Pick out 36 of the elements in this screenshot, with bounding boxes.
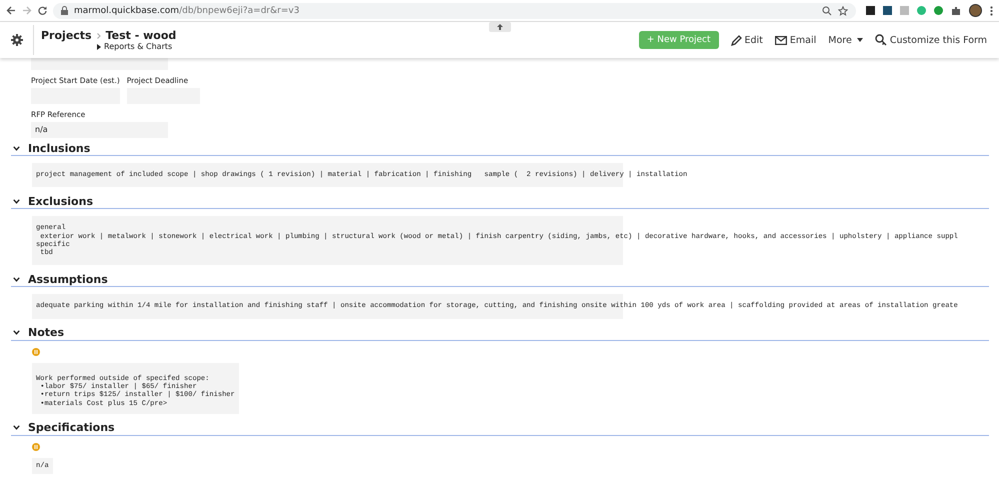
collapse-tab[interactable]: [489, 22, 511, 32]
zoom-icon[interactable]: [822, 6, 832, 16]
caret-icon: [856, 38, 863, 42]
more-menu[interactable]: More: [828, 34, 863, 46]
chevron-icon[interactable]: [13, 425, 20, 430]
chevron-icon[interactable]: [13, 146, 20, 150]
email-button[interactable]: Email: [774, 34, 816, 46]
expand-triangle-icon[interactable]: [97, 44, 101, 50]
lock-icon: [61, 6, 68, 15]
field-value: n/a: [31, 122, 168, 138]
back-icon[interactable]: [6, 6, 16, 15]
settings-icon[interactable]: [11, 34, 23, 46]
table-link[interactable]: Projects: [41, 29, 92, 42]
section-title[interactable]: Inclusions: [28, 142, 90, 154]
profile-avatar[interactable]: [969, 4, 982, 17]
address-bar[interactable]: marmol.quickbase.com/db/bnpew6eji?a=dr&r=v3: [53, 2, 856, 18]
reload-icon[interactable]: [38, 6, 47, 15]
section-title[interactable]: Assumptions: [28, 272, 108, 286]
section-title[interactable]: Notes: [28, 326, 64, 340]
breadcrumb-chevron-icon: [96, 33, 101, 39]
chevron-icon[interactable]: [13, 198, 20, 204]
url-text: marmol.quickbase.com/db/bnpew6eji?a=dr&r=v3: [74, 6, 300, 16]
record-title: Test - wood: [106, 29, 176, 42]
pencil-icon: [730, 34, 742, 46]
bookmark-star-icon[interactable]: [838, 6, 848, 16]
section-title[interactable]: Exclusions: [28, 194, 93, 208]
search-icon: [874, 34, 887, 46]
envelope-icon: [774, 36, 787, 44]
empty-field[interactable]: [31, 58, 168, 70]
edit-button[interactable]: Edit: [730, 34, 763, 46]
chevron-icon[interactable]: [13, 330, 20, 336]
customize-button[interactable]: Customize this Form: [874, 34, 987, 46]
section-title[interactable]: Specifications: [28, 421, 115, 434]
chevron-icon[interactable]: [13, 276, 20, 282]
reports-menu[interactable]: Reports & Charts: [104, 42, 172, 51]
menu-icon[interactable]: [990, 6, 993, 16]
